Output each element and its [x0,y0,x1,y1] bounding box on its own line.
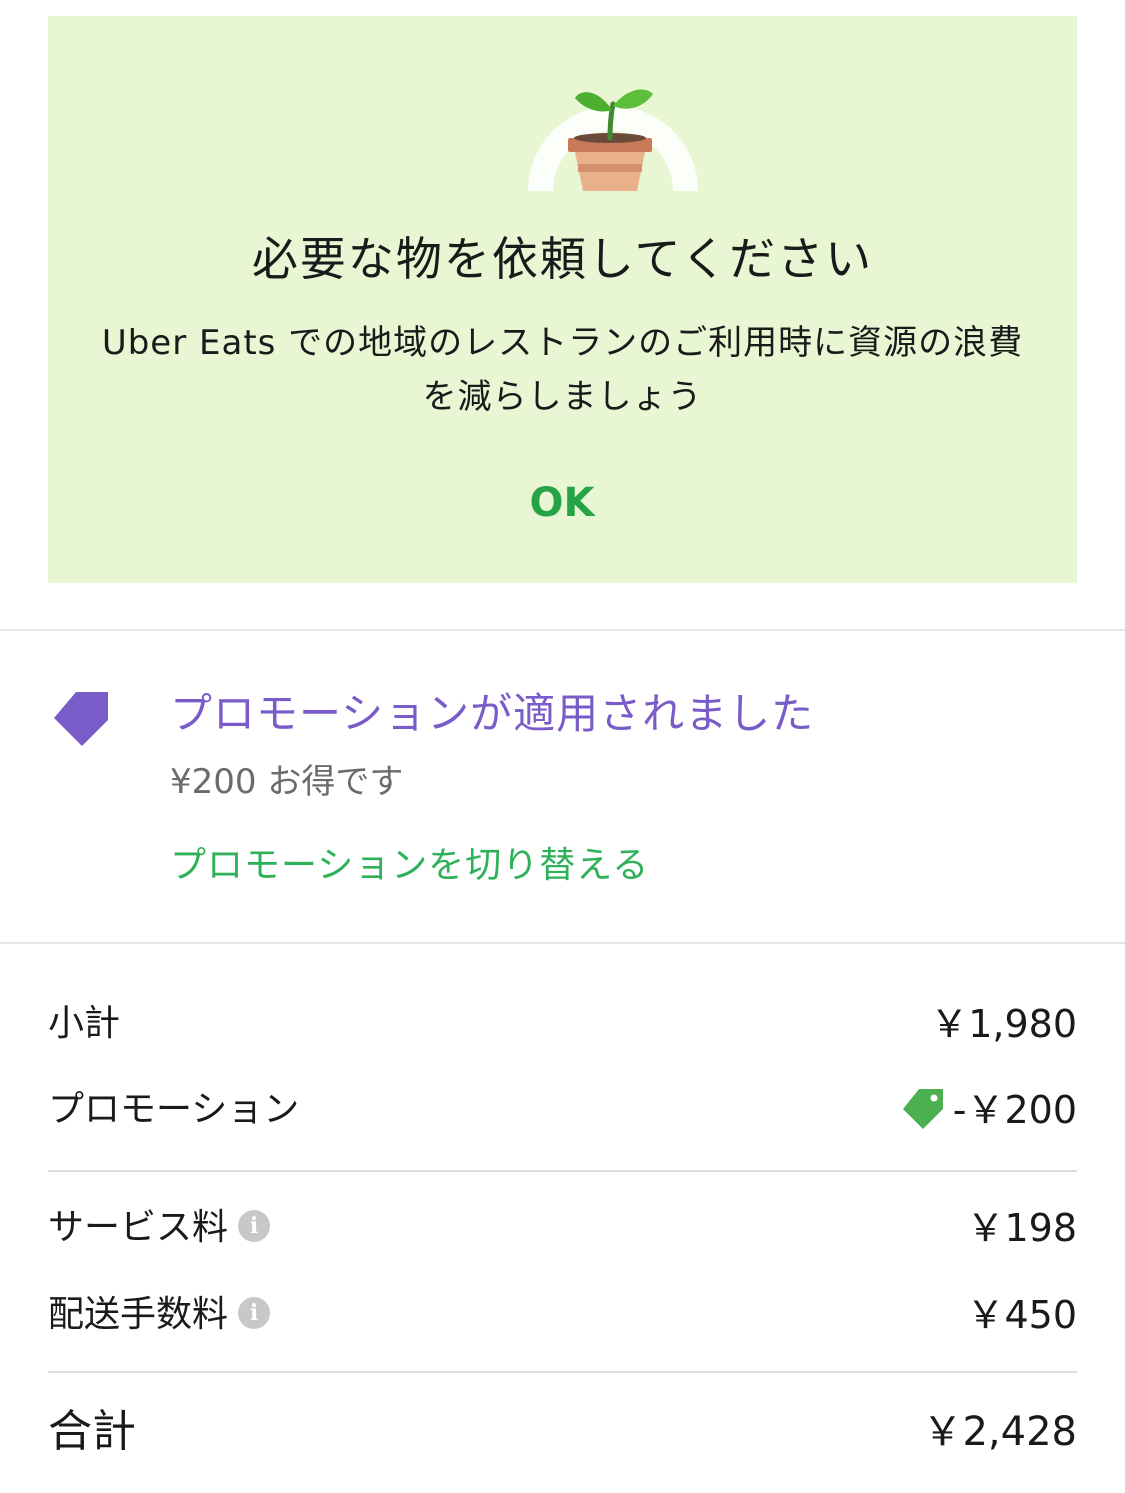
tag-icon [902,1088,943,1129]
total-label: 合計 [48,1406,136,1457]
service-fee-value: ￥198 [966,1206,1077,1250]
promotion-label: プロモーション [48,1089,300,1130]
promotion-row: プロモーション -￥200 [48,1080,1077,1140]
divider [48,1371,1077,1373]
promotion-applied-title: プロモーションが適用されました [170,689,815,738]
switch-promotion-link[interactable]: プロモーションを切り替える [170,838,649,894]
subtotal-value: ￥1,980 [930,1002,1077,1046]
divider [0,942,1125,944]
banner-title: 必要な物を依頼してください [251,232,874,286]
subtotal-row: 小計 ￥1,980 [48,994,1077,1054]
total-row: 合計 ￥2,428 [48,1400,1077,1464]
reduce-waste-banner: 必要な物を依頼してください Uber Eats での地域のレストランのご利用時に… [48,16,1077,583]
potted-plant-icon [528,89,698,191]
service-fee-row: サービス料 i ￥198 [48,1198,1077,1258]
divider [0,629,1125,631]
delivery-fee-row: 配送手数料 i ￥450 [48,1285,1077,1345]
promotion-value: -￥200 [952,1088,1077,1132]
divider [48,1170,1077,1172]
service-fee-label-wrap: サービス料 i [48,1198,271,1258]
delivery-fee-value: ￥450 [966,1293,1077,1337]
delivery-fee-label-wrap: 配送手数料 i [48,1285,271,1345]
total-value: ￥2,428 [922,1409,1077,1455]
promotion-value-wrap: -￥200 [901,1080,1077,1140]
promotion-savings: ¥200 お得です [170,762,404,802]
ok-button[interactable]: OK [512,470,612,536]
service-fee-label: サービス料 [48,1207,229,1248]
info-icon[interactable]: i [238,1297,271,1329]
info-icon[interactable]: i [238,1210,271,1242]
tag-icon [54,692,108,746]
delivery-fee-label: 配送手数料 [48,1294,229,1335]
banner-body: Uber Eats での地域のレストランのご利用時に資源の浪費を減らしましょう [101,323,1024,417]
subtotal-label: 小計 [48,1003,121,1044]
